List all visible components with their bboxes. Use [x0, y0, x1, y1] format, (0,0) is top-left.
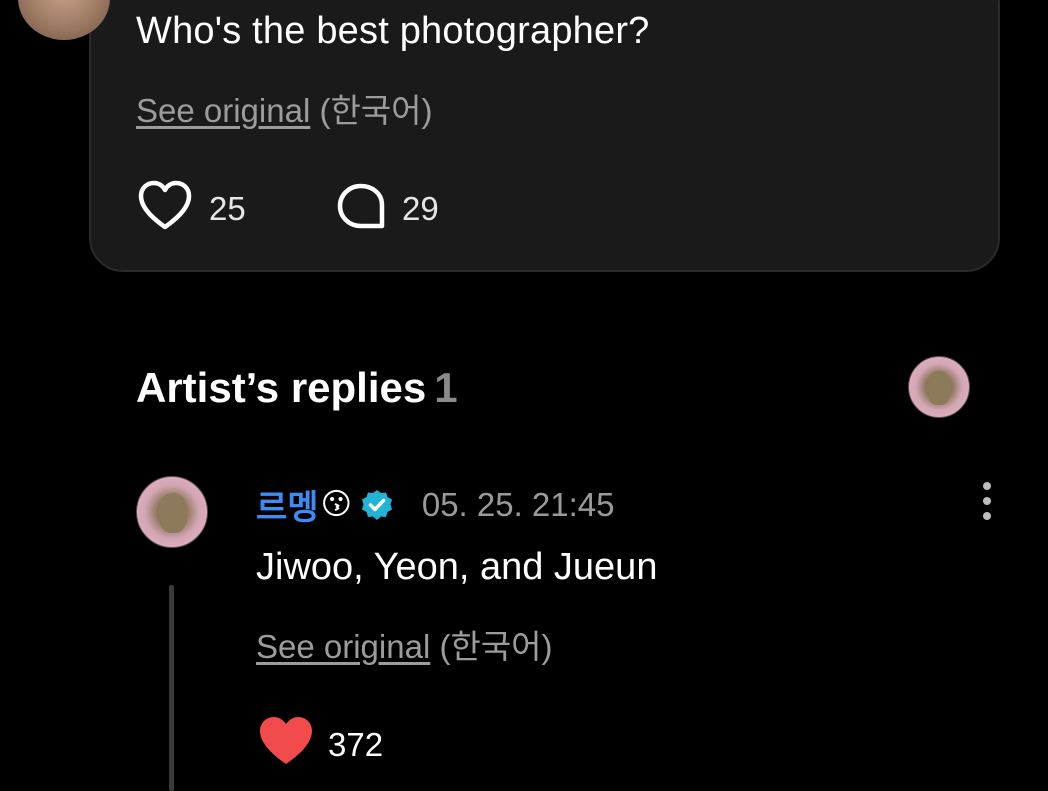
heart-filled-icon [258, 716, 314, 773]
post-comment-count: 29 [402, 189, 439, 227]
screen: Who's the best photographer? See origina… [0, 0, 1048, 791]
original-language-label: (한국어) [319, 92, 433, 129]
see-original-link[interactable]: See original [136, 92, 310, 129]
original-language-label: (한국어) [439, 628, 553, 665]
reply-author-avatar[interactable] [136, 476, 208, 548]
comment-bubble-icon [336, 182, 386, 235]
artist-replies-label: Artist’s replies [136, 364, 427, 411]
author-emoji: 😗 [320, 488, 352, 521]
reply-like-count: 372 [328, 725, 384, 763]
heart-outline-icon [137, 180, 193, 237]
post-comment-button[interactable]: 29 [336, 182, 439, 235]
post-like-count: 25 [209, 189, 246, 227]
reply-text: Jiwoo, Yeon, and Jueun [256, 546, 658, 588]
artist-replies-count: 1 [434, 364, 458, 411]
post-see-original: See original (한국어) [136, 84, 433, 132]
reply-meta: 르멩 😗 05. 25. 21:45 [256, 480, 615, 529]
thread-line [169, 585, 174, 791]
artist-replies-title: Artist’s replies 1 [136, 364, 458, 412]
reply-see-original: See original (한국어) [256, 620, 553, 668]
post-like-button[interactable]: 25 [137, 180, 246, 237]
reply-timestamp: 05. 25. 21:45 [421, 485, 615, 523]
reply-author-name[interactable]: 르멩 [256, 480, 319, 529]
verified-badge-icon [360, 488, 394, 522]
post-text: Who's the best photographer? [136, 10, 650, 52]
reply-like-button[interactable]: 372 [258, 716, 383, 773]
artist-avatar[interactable] [908, 356, 970, 418]
more-vertical-icon[interactable] [972, 480, 1002, 522]
see-original-link[interactable]: See original [256, 628, 430, 665]
